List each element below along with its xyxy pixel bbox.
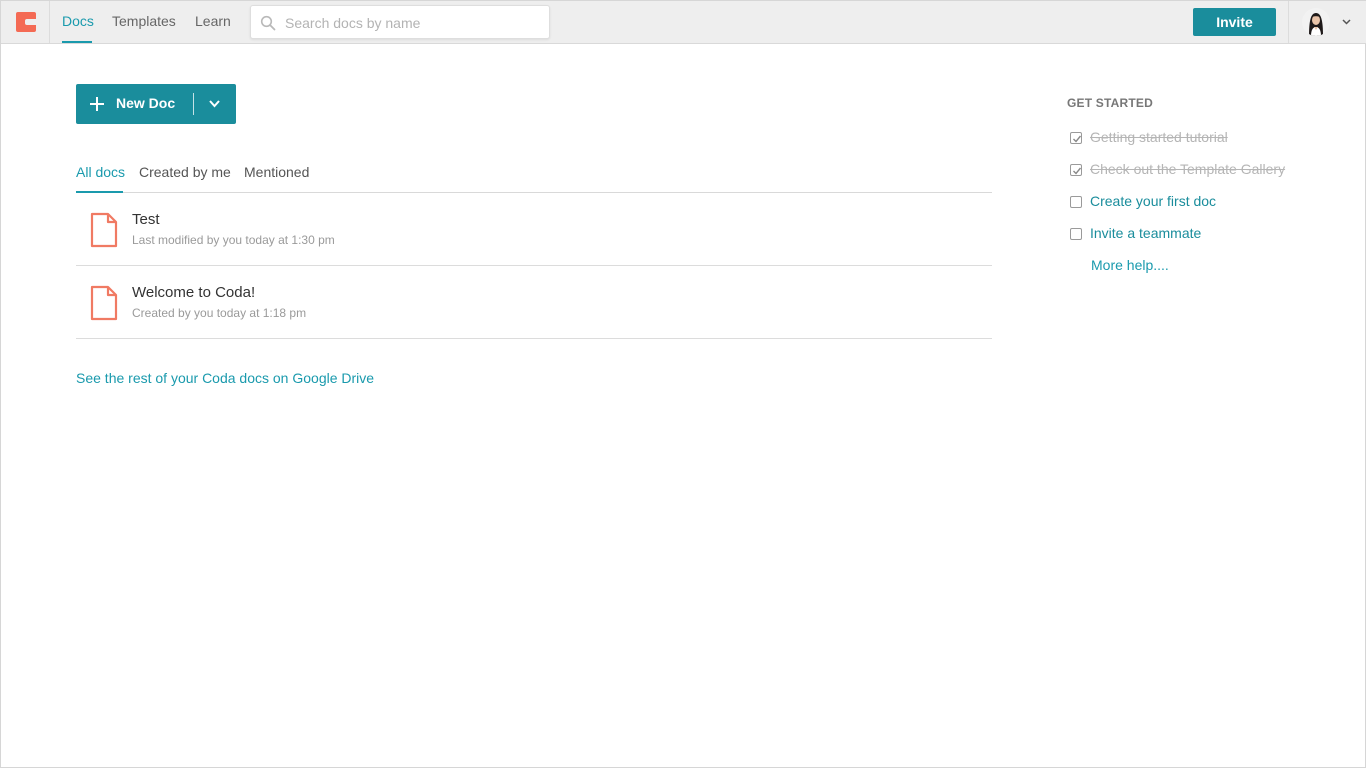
chevron-down-icon[interactable] bbox=[208, 99, 221, 109]
doc-meta: Last modified by you today at 1:30 pm bbox=[132, 233, 335, 247]
tab-created-by-me[interactable]: Created by me bbox=[139, 164, 231, 180]
plus-icon bbox=[90, 97, 104, 111]
checklist-label: Getting started tutorial bbox=[1090, 129, 1228, 145]
checkbox[interactable] bbox=[1070, 196, 1082, 208]
app-window: Docs Templates Learn Invite bbox=[0, 0, 1366, 768]
top-bar: Docs Templates Learn Invite bbox=[1, 1, 1366, 44]
doc-title: Welcome to Coda! bbox=[132, 284, 256, 301]
tab-templates[interactable]: Templates bbox=[112, 13, 176, 29]
logo-divider bbox=[49, 1, 50, 43]
doc-list-item[interactable]: Welcome to Coda! Created by you today at… bbox=[76, 266, 992, 339]
coda-logo-icon[interactable] bbox=[16, 12, 36, 32]
doc-title: Test bbox=[132, 211, 160, 228]
avatar[interactable] bbox=[1302, 8, 1330, 36]
checklist-label: Invite a teammate bbox=[1090, 225, 1202, 241]
document-icon bbox=[90, 212, 118, 248]
new-doc-button[interactable]: New Doc bbox=[76, 84, 236, 124]
doc-list-item[interactable]: Test Last modified by you today at 1:30 … bbox=[76, 193, 992, 266]
google-drive-link[interactable]: See the rest of your Coda docs on Google… bbox=[76, 370, 374, 386]
checkbox[interactable] bbox=[1070, 164, 1082, 176]
button-separator bbox=[193, 93, 194, 115]
checklist-label: Create your first doc bbox=[1090, 193, 1217, 209]
check-icon bbox=[1073, 167, 1082, 175]
chevron-down-icon[interactable] bbox=[1341, 18, 1352, 26]
check-icon bbox=[1073, 135, 1082, 143]
search-input[interactable] bbox=[285, 13, 540, 33]
active-tab-indicator bbox=[62, 41, 92, 43]
tab-mentioned[interactable]: Mentioned bbox=[244, 164, 309, 180]
invite-button[interactable]: Invite bbox=[1193, 8, 1276, 36]
more-help-link[interactable]: More help.... bbox=[1091, 257, 1169, 273]
get-started-heading: GET STARTED bbox=[1067, 96, 1153, 110]
document-icon bbox=[90, 285, 118, 321]
bar-divider bbox=[1288, 1, 1289, 43]
new-doc-label: New Doc bbox=[116, 95, 176, 111]
tab-docs[interactable]: Docs bbox=[62, 13, 94, 29]
search-box bbox=[250, 5, 550, 39]
tab-learn[interactable]: Learn bbox=[195, 13, 231, 29]
doc-meta: Created by you today at 1:18 pm bbox=[132, 306, 307, 320]
checkbox[interactable] bbox=[1070, 132, 1082, 144]
checklist-label: Check out the Template Gallery bbox=[1090, 161, 1286, 177]
tab-all-docs[interactable]: All docs bbox=[76, 164, 125, 180]
search-icon bbox=[260, 15, 276, 31]
checkbox[interactable] bbox=[1070, 228, 1082, 240]
